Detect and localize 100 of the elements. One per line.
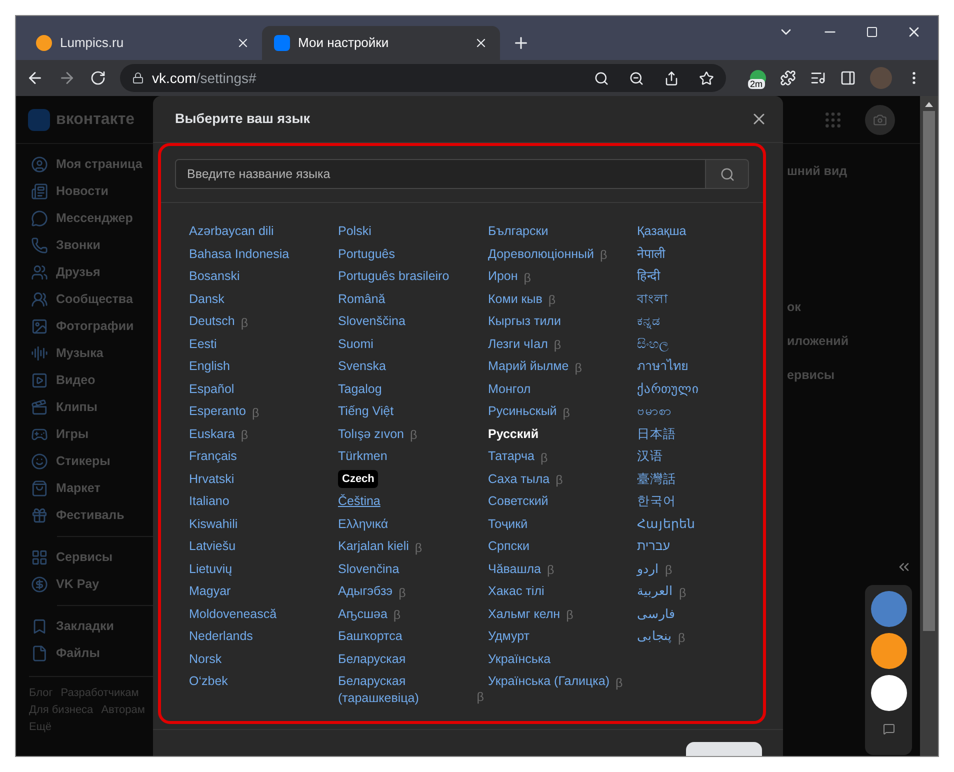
language-link[interactable]: Қазақша <box>637 223 686 240</box>
scrollbar[interactable] <box>920 96 938 756</box>
side-panel-icon[interactable] <box>840 70 856 86</box>
language-link[interactable]: Português brasileiro <box>338 268 450 285</box>
language-link[interactable]: ဗမာစာ <box>637 403 672 420</box>
language-link[interactable]: Magyar <box>189 583 231 600</box>
language-link[interactable]: ภาษาไทย <box>637 358 688 375</box>
language-link[interactable]: Советский <box>488 493 548 510</box>
language-link[interactable]: Tagalog <box>338 380 382 398</box>
star-icon[interactable] <box>699 70 714 86</box>
language-link[interactable]: فارسی <box>637 606 675 622</box>
language-link[interactable]: 日本語 <box>637 426 676 442</box>
close-icon[interactable] <box>474 36 488 50</box>
language-link[interactable]: Eesti <box>189 336 217 352</box>
language-link[interactable]: Slovenščina <box>338 313 406 330</box>
language-link[interactable]: Дореволюціонный <box>488 246 594 262</box>
language-link[interactable]: Башҡортса <box>338 628 402 645</box>
language-link[interactable]: বাংলা <box>637 290 668 308</box>
language-link[interactable]: Саха тыла <box>488 470 550 488</box>
language-link[interactable]: Беларуская (тарашкевіца) <box>338 673 471 707</box>
language-link[interactable]: Türkmen <box>338 448 388 465</box>
language-link[interactable]: Svenska <box>338 358 386 375</box>
address-bar[interactable]: vk.com/settings# <box>120 64 726 92</box>
language-link[interactable]: Српски <box>488 538 530 555</box>
close-icon[interactable] <box>236 36 250 50</box>
language-link[interactable]: Dansk <box>189 290 224 308</box>
zoom-out-icon[interactable] <box>629 70 644 86</box>
language-link[interactable]: Italiano <box>189 493 230 510</box>
language-link[interactable]: 臺灣話 <box>637 470 676 488</box>
language-link[interactable]: Беларуская <box>338 650 406 668</box>
language-link[interactable]: پنجابی <box>637 628 672 645</box>
language-link[interactable]: ქართული <box>637 380 699 398</box>
language-link[interactable]: Тоҷикӣ <box>488 516 528 532</box>
footer-button[interactable] <box>686 742 762 756</box>
language-link[interactable]: עברית <box>637 538 670 555</box>
search-icon[interactable] <box>594 70 609 86</box>
forward-icon[interactable] <box>58 69 76 87</box>
search-field[interactable]: Введите название языка <box>175 159 706 189</box>
camera-button[interactable] <box>865 104 895 134</box>
language-link[interactable]: Адыгэбзэ <box>338 583 393 600</box>
language-link[interactable]: Аҧсшәа <box>338 606 388 622</box>
language-link[interactable]: Moldovenească <box>189 606 277 622</box>
share-icon[interactable] <box>664 70 679 86</box>
language-link[interactable]: Коми кыв <box>488 290 542 308</box>
app-icon[interactable] <box>870 633 906 669</box>
language-link[interactable]: O‘zbek <box>189 673 228 690</box>
language-link[interactable]: Татарча <box>488 448 534 465</box>
language-link[interactable]: Română <box>338 290 386 308</box>
browser-tab[interactable]: Lumpics.ru <box>24 26 262 60</box>
language-link[interactable]: Čeština <box>338 493 380 510</box>
language-link[interactable]: Bosanski <box>189 268 240 285</box>
language-link[interactable]: ಕನ್ನಡ <box>637 313 660 330</box>
language-link[interactable]: English <box>189 358 230 375</box>
language-link[interactable]: Български <box>488 223 548 240</box>
language-link[interactable]: Монгол <box>488 380 531 398</box>
language-link[interactable]: Марий йылме <box>488 358 569 375</box>
language-link[interactable]: Ирон <box>488 268 518 285</box>
language-link[interactable]: العربية <box>637 583 673 600</box>
language-link[interactable]: Slovenčina <box>338 560 400 578</box>
search-button[interactable] <box>706 159 749 189</box>
language-link[interactable]: Euskara <box>189 426 235 442</box>
language-link[interactable]: Deutsch <box>189 313 235 330</box>
language-link[interactable]: Português <box>338 246 395 262</box>
language-link[interactable]: 한국어 <box>637 493 676 510</box>
back-icon[interactable] <box>26 69 44 87</box>
browser-tab[interactable]: Мои настройки <box>262 26 500 60</box>
language-link[interactable]: Français <box>189 448 237 465</box>
language-link[interactable]: Polski <box>338 223 372 240</box>
language-link[interactable]: नेपाली <box>637 246 665 262</box>
language-link[interactable]: Чӑвашла <box>488 560 542 578</box>
language-link[interactable]: Кыргыз тили <box>488 313 561 330</box>
language-link[interactable]: Հայերեն <box>637 516 695 532</box>
language-link[interactable]: Ελληνικά <box>338 516 388 532</box>
language-link[interactable]: Русский <box>488 426 539 442</box>
language-link[interactable]: Лезги чIал <box>488 336 548 352</box>
language-link[interactable]: Nederlands <box>189 628 253 645</box>
language-link[interactable]: Lietuvių <box>189 560 232 578</box>
language-link[interactable]: हिन्दी <box>637 268 660 285</box>
language-link[interactable]: Norsk <box>189 650 222 668</box>
chat-icon[interactable] <box>882 723 894 735</box>
language-link[interactable]: Hrvatski <box>189 470 234 488</box>
language-link[interactable]: සිංහල <box>637 336 669 352</box>
scroll-up-icon[interactable] <box>925 102 933 107</box>
reload-icon[interactable] <box>90 70 106 86</box>
maximize-icon[interactable] <box>866 26 878 38</box>
language-link[interactable]: Русиньскый <box>488 403 557 420</box>
media-icon[interactable] <box>810 70 826 86</box>
new-tab-icon[interactable] <box>512 34 530 52</box>
language-link[interactable]: Хальмг келн <box>488 606 560 622</box>
language-link[interactable]: Tiếng Việt <box>338 403 394 420</box>
language-link[interactable]: Kiswahili <box>189 516 238 532</box>
language-link[interactable]: 汉语 <box>637 448 663 465</box>
extensions-icon[interactable] <box>780 70 796 86</box>
language-link[interactable]: Удмурт <box>488 628 530 645</box>
language-link[interactable]: Karjalan kieli <box>338 538 409 555</box>
language-link[interactable]: Azərbaycan dili <box>189 223 274 240</box>
language-link[interactable]: Bahasa Indonesia <box>189 246 290 262</box>
app-icon[interactable] <box>870 675 906 711</box>
language-link[interactable]: Хакас тілі <box>488 583 544 600</box>
language-link[interactable]: Español <box>189 380 234 398</box>
